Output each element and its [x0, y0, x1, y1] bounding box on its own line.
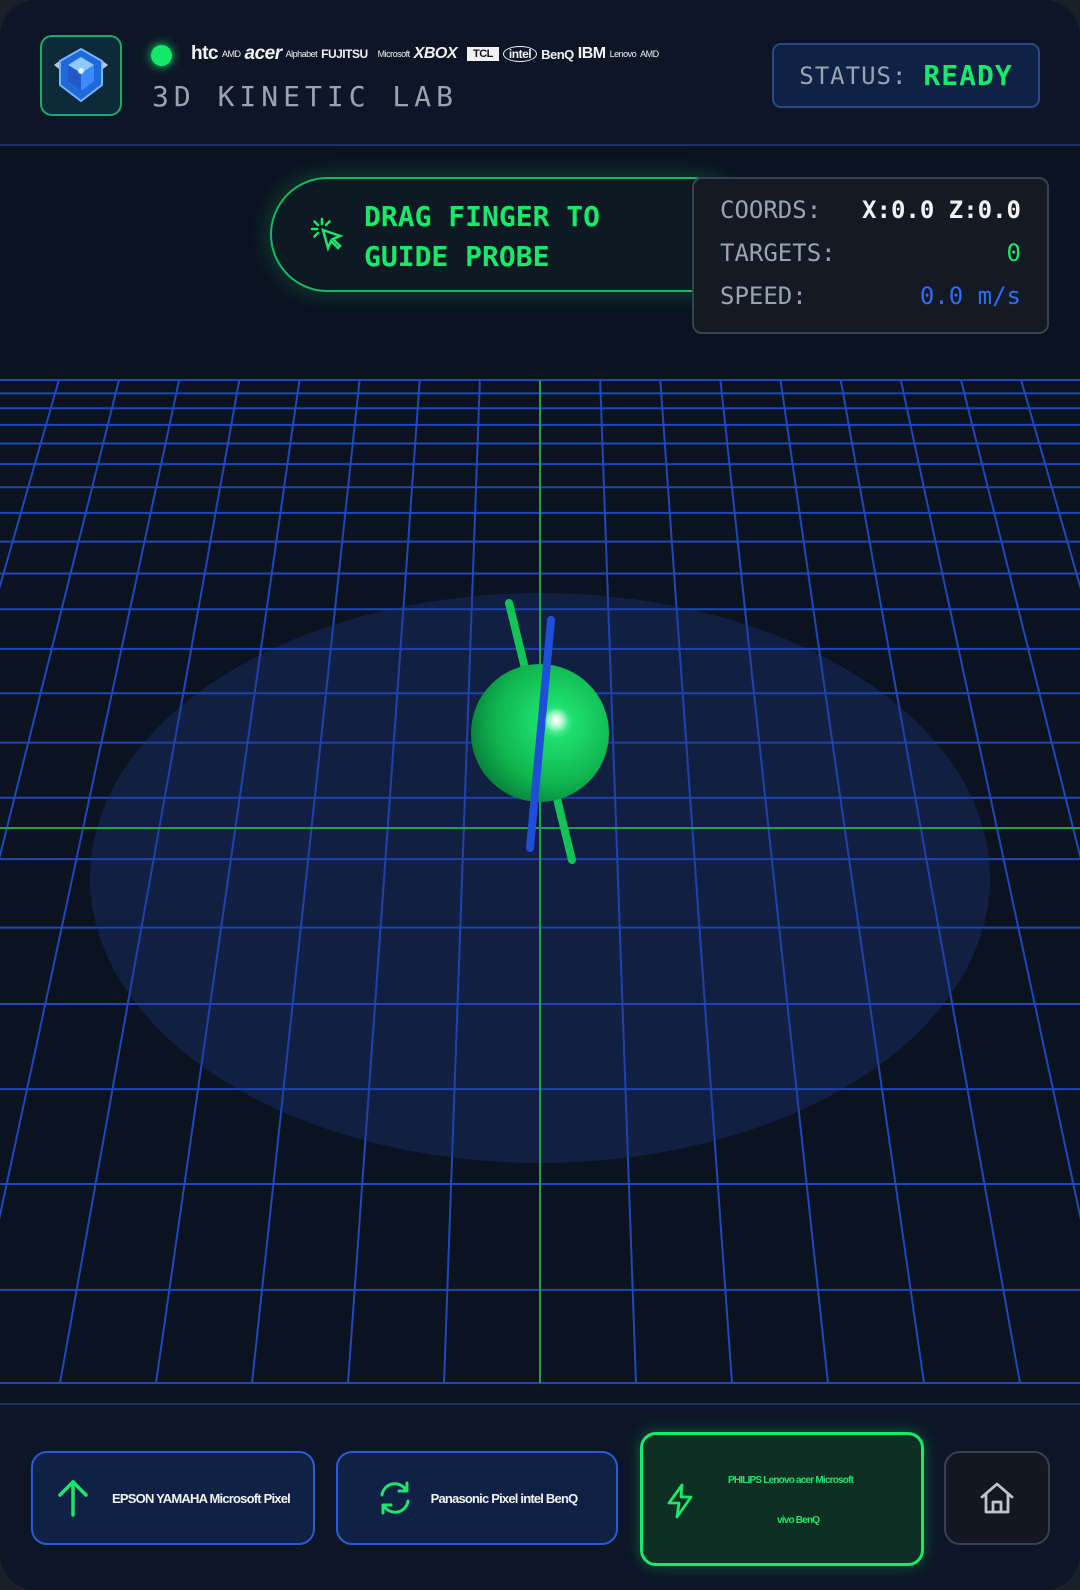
scene-viewport[interactable]	[0, 148, 1080, 1403]
arrow-up-icon	[58, 1480, 88, 1517]
lightning-icon	[667, 1483, 693, 1519]
coords-label: COORDS:	[720, 196, 822, 224]
pointer-click-icon	[310, 217, 344, 252]
boost-label-line2: vivo BenQ	[777, 1515, 820, 1526]
brand-logo: Alphabet	[285, 49, 318, 59]
coords-value: X:0.0 Z:0.0	[862, 196, 1021, 224]
brand-logo: acer	[244, 43, 283, 64]
home-button[interactable]	[944, 1451, 1050, 1545]
brand-logo: IBM	[577, 45, 606, 62]
status-label: STATUS:	[799, 61, 908, 90]
speed-row: SPEED: 0.0 m/s	[720, 282, 1021, 312]
control-bar: EPSON YAMAHA Microsoft Pixel Panasonic P…	[0, 1403, 1080, 1590]
grid-floor	[0, 379, 1080, 1384]
brand-logo: AMD	[640, 49, 659, 59]
shield-crystal-icon	[54, 47, 108, 102]
speed-value: 0.0 m/s	[919, 282, 1021, 310]
targets-label: TARGETS:	[720, 239, 836, 267]
app-window: htc AMD acer Alphabet FUJITSU Microsoft …	[0, 0, 1080, 1590]
header-bar: htc AMD acer Alphabet FUJITSU Microsoft …	[0, 0, 1080, 146]
home-icon	[980, 1482, 1014, 1514]
brand-logo: htc	[191, 43, 219, 64]
boost-button[interactable]: PHILIPS Lenovo acer Microsoft vivo BenQ	[640, 1432, 924, 1566]
speed-label: SPEED:	[720, 282, 807, 310]
brand-logo: Lenovo	[609, 49, 637, 59]
hint-text: DRAG FINGER TO GUIDE PROBE	[364, 200, 601, 273]
app-title: 3D KINETIC LAB	[152, 80, 459, 113]
brand-logo: AMD	[222, 49, 241, 59]
refresh-icon	[380, 1481, 410, 1515]
hint-banner: DRAG FINGER TO GUIDE PROBE	[270, 177, 750, 292]
targets-value: 0	[1006, 239, 1021, 267]
coords-row: COORDS: X:0.0 Z:0.0	[720, 196, 1021, 226]
reset-label: Panasonic Pixel intel BenQ	[430, 1490, 579, 1506]
brand-logo: Microsoft	[377, 49, 411, 59]
boost-label-line1: PHILIPS Lenovo acer Microsoft	[728, 1475, 854, 1486]
telemetry-panel: COORDS: X:0.0 Z:0.0 TARGETS: 0 SPEED: 0.…	[692, 177, 1049, 334]
app-logo	[40, 35, 122, 116]
brand-logo: TCL	[467, 47, 499, 61]
brand-logo: intel	[502, 46, 538, 62]
move-up-label: EPSON YAMAHA Microsoft Pixel	[112, 1490, 291, 1506]
brand-logo-strip: htc AMD acer Alphabet FUJITSU Microsoft …	[191, 43, 659, 65]
brand-logo: BenQ	[541, 46, 574, 62]
brand-logo: XBOX	[413, 45, 458, 62]
online-indicator	[151, 45, 172, 66]
reset-button[interactable]: Panasonic Pixel intel BenQ	[336, 1451, 618, 1545]
brand-logo: FUJITSU	[321, 47, 368, 61]
status-badge: STATUS: READY	[772, 43, 1040, 108]
probe-highlight	[544, 708, 568, 732]
status-value: READY	[923, 59, 1013, 92]
move-up-button[interactable]: EPSON YAMAHA Microsoft Pixel	[31, 1451, 315, 1545]
targets-row: TARGETS: 0	[720, 239, 1021, 269]
